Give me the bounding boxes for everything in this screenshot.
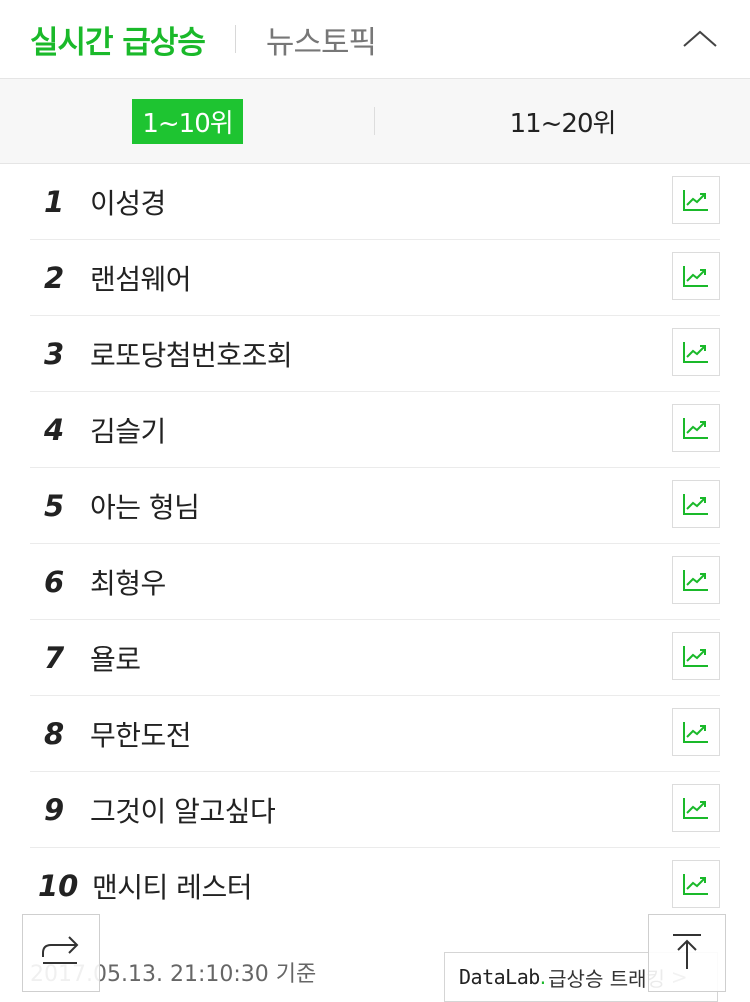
keyword-list: 1 이성경 2 랜섬웨어 3 로또당첨번호조회 4 김슬기 5 아는 형님 6 … xyxy=(30,164,720,923)
trend-chart-icon[interactable] xyxy=(672,784,720,832)
datalab-brand: DataLab xyxy=(459,965,540,989)
list-item[interactable]: 4 김슬기 xyxy=(30,392,720,468)
keyword-link[interactable]: 최형우 xyxy=(90,562,166,602)
keyword-link[interactable]: 맨시티 레스터 xyxy=(92,866,252,906)
rank-number: 2 xyxy=(44,260,65,295)
keyword-link[interactable]: 무한도전 xyxy=(90,714,192,754)
trend-chart-icon[interactable] xyxy=(672,404,720,452)
tab-divider xyxy=(234,25,236,53)
tab-news-topic[interactable]: 뉴스토픽 xyxy=(266,17,377,62)
keyword-link[interactable]: 랜섬웨어 xyxy=(90,258,192,298)
trend-chart-icon[interactable] xyxy=(672,480,720,528)
rank-number: 6 xyxy=(44,564,65,599)
datalab-dot: . xyxy=(539,965,547,989)
share-button[interactable] xyxy=(22,914,100,992)
trend-chart-icon[interactable] xyxy=(672,708,720,756)
keyword-link[interactable]: 욜로 xyxy=(90,638,141,678)
list-item[interactable]: 8 무한도전 xyxy=(30,696,720,772)
keyword-link[interactable]: 김슬기 xyxy=(90,410,166,450)
rank-number: 4 xyxy=(44,412,65,447)
tab-rank-11-20-label: 11~20위 xyxy=(509,108,617,139)
rank-number: 9 xyxy=(44,792,65,827)
keyword-link[interactable]: 그것이 알고싶다 xyxy=(90,790,276,830)
footer: 2017.05.13. 21:10:30 기준 DataLab.급상승 트래킹> xyxy=(0,924,750,1002)
tab-realtime-rising[interactable]: 실시간 급상승 xyxy=(30,17,206,62)
list-item[interactable]: 9 그것이 알고싶다 xyxy=(30,772,720,848)
trend-chart-icon[interactable] xyxy=(672,176,720,224)
rank-number: 10 xyxy=(38,868,79,903)
share-arrow-icon xyxy=(39,933,83,973)
chevron-up-icon[interactable] xyxy=(680,24,720,54)
list-item[interactable]: 2 랜섬웨어 xyxy=(30,240,720,316)
rank-number: 5 xyxy=(44,488,65,523)
keyword-link[interactable]: 로또당첨번호조회 xyxy=(90,334,293,374)
trend-chart-icon[interactable] xyxy=(672,328,720,376)
list-item[interactable]: 5 아는 형님 xyxy=(30,468,720,544)
rank-tab-divider xyxy=(374,107,375,135)
tab-rank-1-10[interactable]: 1~10위 xyxy=(0,98,375,144)
rank-number: 8 xyxy=(44,716,65,751)
trend-chart-icon[interactable] xyxy=(672,860,720,908)
list-item[interactable]: 10 맨시티 레스터 xyxy=(30,848,720,923)
scroll-top-button[interactable] xyxy=(648,914,726,992)
keyword-link[interactable]: 아는 형님 xyxy=(90,486,200,526)
trend-chart-icon[interactable] xyxy=(672,252,720,300)
tab-rank-11-20[interactable]: 11~20위 xyxy=(375,99,750,144)
scroll-top-icon xyxy=(667,931,707,975)
keyword-link[interactable]: 이성경 xyxy=(90,182,166,222)
rank-number: 1 xyxy=(44,184,65,219)
rank-range-tabs: 1~10위 11~20위 xyxy=(0,79,750,164)
list-item[interactable]: 1 이성경 xyxy=(30,164,720,240)
tab-rank-1-10-label: 1~10위 xyxy=(132,98,243,144)
list-item[interactable]: 7 욜로 xyxy=(30,620,720,696)
trend-chart-icon[interactable] xyxy=(672,556,720,604)
rank-number: 3 xyxy=(44,336,65,371)
header: 실시간 급상승 뉴스토픽 xyxy=(0,0,750,79)
rank-number: 7 xyxy=(44,640,65,675)
list-item[interactable]: 6 최형우 xyxy=(30,544,720,620)
trend-chart-icon[interactable] xyxy=(672,632,720,680)
list-item[interactable]: 3 로또당첨번호조회 xyxy=(30,316,720,392)
